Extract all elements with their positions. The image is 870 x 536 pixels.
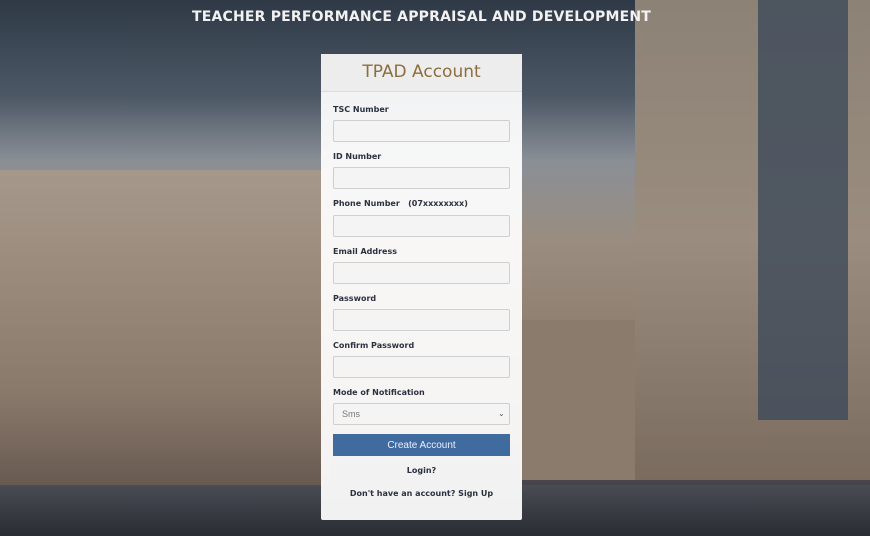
page-title: TEACHER PERFORMANCE APPRAISAL AND DEVELO… [191,9,652,25]
tsc-number-label: TSC Number [333,105,389,114]
password-input[interactable] [333,309,510,331]
email-label: Email Address [333,247,398,256]
notification-label: Mode of Notification [333,388,425,397]
background-building-glass [758,0,848,420]
background-building [0,170,330,490]
confirm-password-input[interactable] [333,356,510,378]
phone-number-label: Phone Number (07xxxxxxxx) [333,199,468,208]
id-number-input[interactable] [333,167,510,189]
id-number-label: ID Number [333,152,382,161]
background-building [520,320,640,480]
form-heading: TPAD Account [321,54,522,92]
password-label: Password [333,294,377,303]
login-link[interactable]: Login? [321,466,522,475]
confirm-password-label: Confirm Password [333,341,415,350]
create-account-button[interactable]: Create Account [333,434,510,456]
chevron-down-icon: ⌄ [498,409,505,418]
signup-link[interactable]: Don't have an account? Sign Up [321,489,522,498]
signup-form: TPAD Account TSC Number ID Number Phone … [321,54,522,520]
tsc-number-input[interactable] [333,120,510,142]
notification-select[interactable]: Sms [333,403,510,425]
phone-number-input[interactable] [333,215,510,237]
email-input[interactable] [333,262,510,284]
